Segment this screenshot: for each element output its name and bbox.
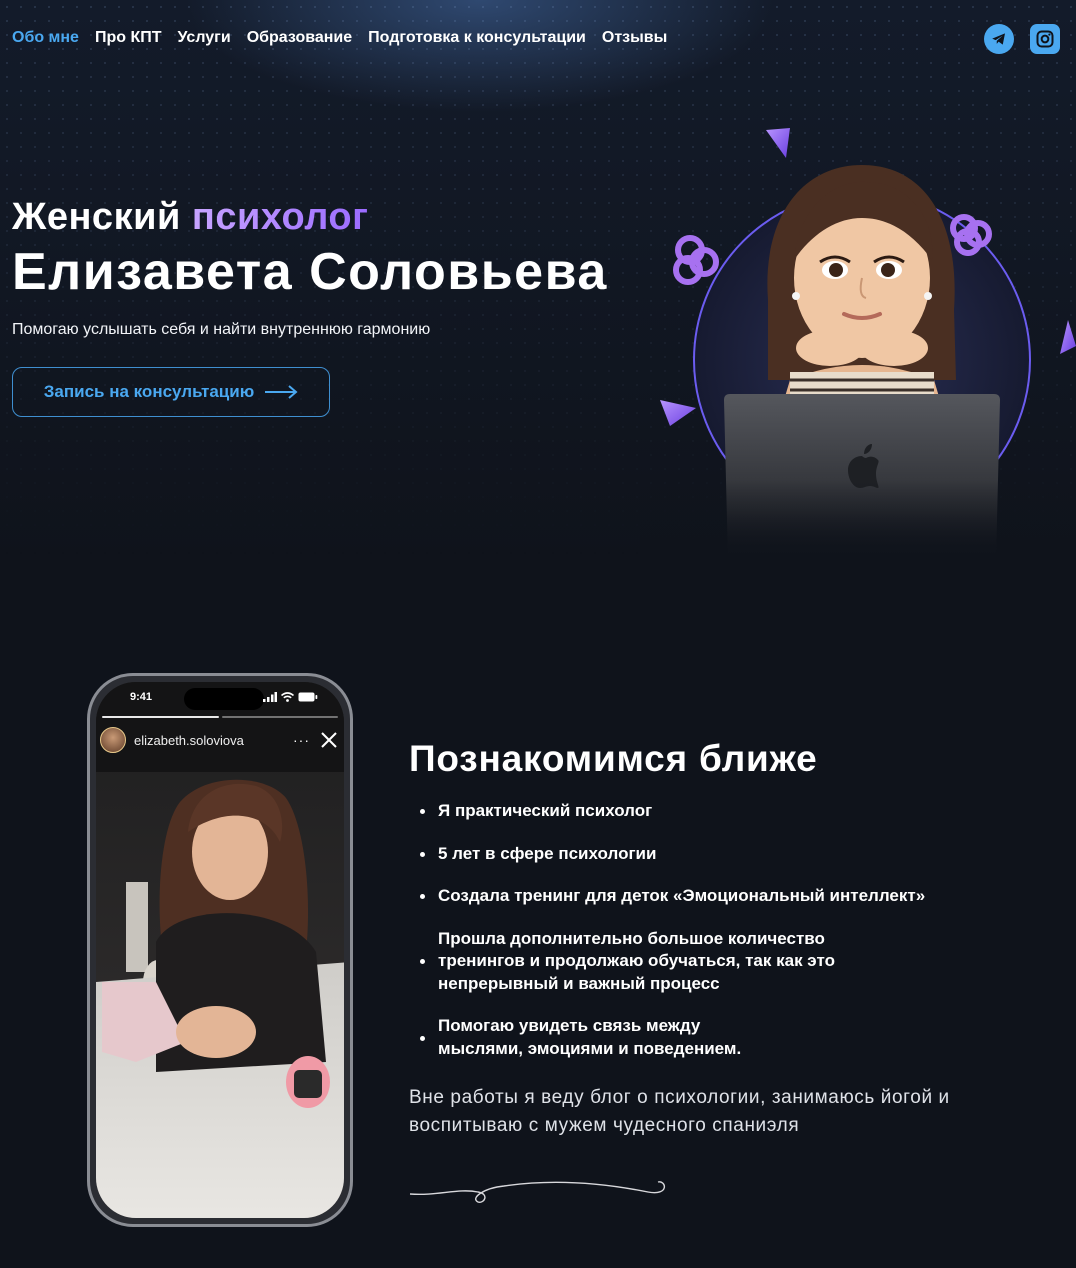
instagram-story-phone: 9:41 elizabeth.soloviova ···: [87, 673, 353, 1227]
book-consultation-label: Запись на консультацию: [43, 382, 255, 401]
close-icon[interactable]: [320, 731, 338, 749]
about-list: Я практический психолог 5 лет в сфере пс…: [420, 800, 1020, 1060]
phone-screen: 9:41 elizabeth.soloviova ···: [96, 682, 344, 1218]
hero-subtitle-plain: Женский: [12, 196, 181, 238]
list-item: Прошла дополнительно большое количество …: [420, 928, 838, 996]
psychologist-avatar-illustration: [640, 128, 1076, 560]
arrow-right-icon: [265, 385, 298, 399]
nav-item-preparation[interactable]: Подготовка к консультации: [368, 29, 586, 47]
instagram-icon[interactable]: [1030, 24, 1060, 54]
list-item: Я практический психолог: [420, 800, 1020, 823]
list-item: Помогаю увидеть связь между мыслями, эмо…: [420, 1015, 768, 1060]
battery-icon: [298, 692, 318, 702]
status-icons: [263, 692, 318, 702]
status-time: 9:41: [130, 691, 153, 703]
story-photo: [96, 682, 344, 1218]
list-item: 5 лет в сфере психологии: [420, 843, 1020, 866]
story-username[interactable]: elizabeth.soloviova: [134, 733, 244, 748]
about-title: Познакомимся ближе: [409, 738, 818, 779]
telegram-icon[interactable]: [984, 24, 1014, 54]
wifi-icon: [281, 692, 294, 702]
hero-subtitle: Женский психолог: [12, 196, 368, 239]
story-header: elizabeth.soloviova ···: [100, 726, 338, 754]
nav-item-cbt[interactable]: Про КПТ: [95, 29, 162, 47]
nav-item-services[interactable]: Услуги: [177, 29, 230, 47]
hero-tagline: Помогаю услышать себя и найти внутреннюю…: [12, 321, 431, 338]
signal-icon: [263, 692, 277, 702]
story-progress: [102, 716, 338, 718]
nav-item-reviews[interactable]: Отзывы: [602, 29, 667, 47]
book-consultation-button[interactable]: Запись на консультацию: [12, 367, 330, 417]
main-nav: Обо мне Про КПТ Услуги Образование Подго…: [12, 29, 667, 47]
hero-name: Елизавета Соловьева: [12, 243, 608, 301]
dynamic-island: [184, 688, 264, 710]
hero-subtitle-accent: психолог: [191, 196, 369, 238]
nav-item-about[interactable]: Обо мне: [12, 29, 79, 47]
about-note: Вне работы я веду блог о психологии, зан…: [409, 1087, 950, 1136]
more-options-icon[interactable]: ···: [293, 732, 310, 748]
list-item: Создала тренинг для деток «Эмоциональный…: [420, 885, 1020, 908]
nav-item-education[interactable]: Образование: [247, 29, 352, 47]
decorative-squiggle: [409, 1181, 665, 1203]
avatar[interactable]: [100, 727, 126, 753]
